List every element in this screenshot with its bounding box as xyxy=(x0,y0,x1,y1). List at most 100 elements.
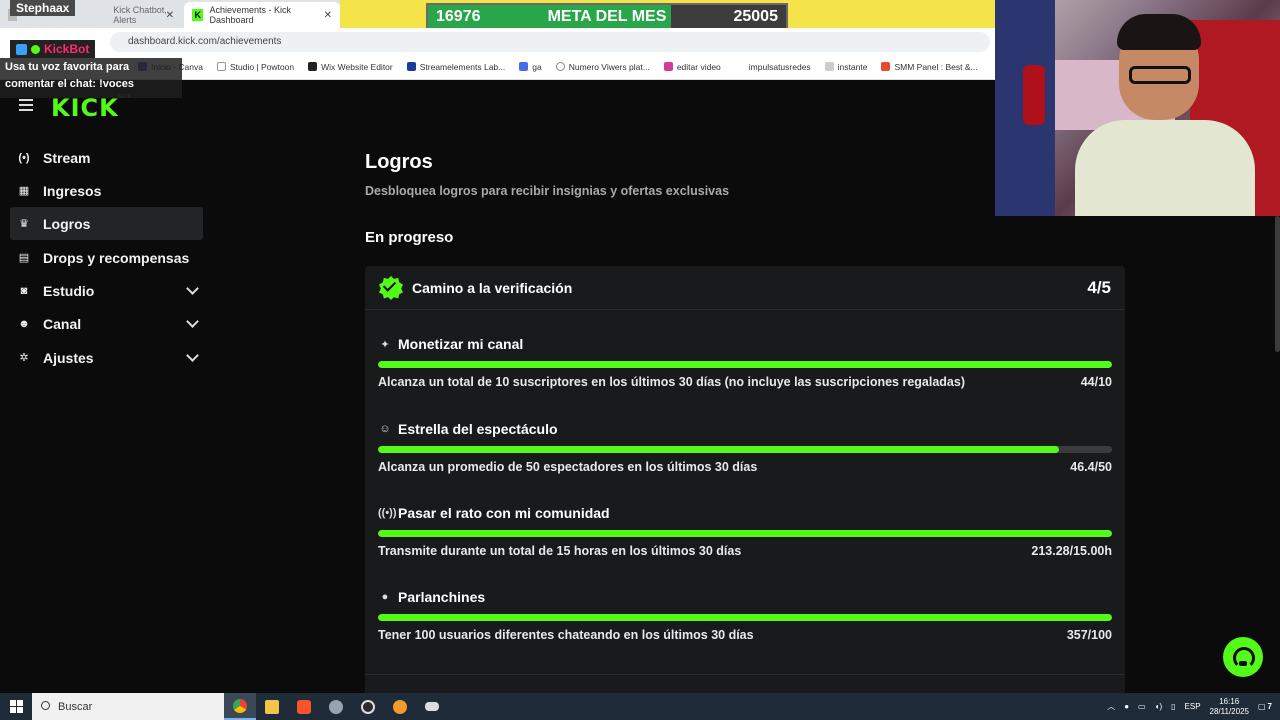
page-subtitle: Desbloquea logros para recibir insignias… xyxy=(365,184,730,198)
sidebar-item-ajustes[interactable]: ✲ Ajustes xyxy=(10,341,203,374)
webcam-feed xyxy=(995,0,1280,216)
app-icon[interactable] xyxy=(384,693,416,720)
bookmark[interactable]: Studio | Powtoon xyxy=(216,62,294,72)
windows-start-icon[interactable] xyxy=(0,693,32,720)
menu-icon[interactable] xyxy=(19,99,33,111)
bookmark[interactable]: ga xyxy=(519,62,542,72)
bookmark[interactable]: Streamelements Lab... xyxy=(406,62,505,72)
achievement-description: Alcanza un total de 10 suscriptores en l… xyxy=(378,375,965,389)
close-tab-icon[interactable]: ✕ xyxy=(324,10,332,21)
network-icon[interactable]: ▭ xyxy=(1138,702,1146,711)
notification-count: 7 xyxy=(1267,702,1272,711)
streamer-name: Stephaax xyxy=(10,0,76,16)
achievement-title: Monetizar mi canal xyxy=(398,336,524,352)
streamer-shirt xyxy=(1075,120,1255,216)
support-chat-button[interactable] xyxy=(1223,637,1263,677)
close-tab-icon[interactable]: ✕ xyxy=(166,10,174,21)
bookmark[interactable]: Wix Website Editor xyxy=(308,62,393,72)
url-field[interactable]: dashboard.kick.com/achievements xyxy=(110,32,990,52)
verified-icon xyxy=(31,44,40,54)
progress-bar xyxy=(378,446,1112,453)
achievement-value: 46.4/50 xyxy=(1070,460,1112,474)
achievement-card: Camino a la verificación 4/5 ✦ Monetizar … xyxy=(365,266,1125,706)
progress-fill xyxy=(378,614,1112,621)
achievement-value: 357/100 xyxy=(1066,628,1112,642)
obs-icon[interactable] xyxy=(352,693,384,720)
notification-icon[interactable]: ▢ 7 xyxy=(1258,702,1272,711)
microphone xyxy=(1023,65,1045,125)
user-icon: ☻ xyxy=(18,317,30,330)
achievement-title: Parlanchines xyxy=(398,589,486,605)
windows-taskbar: Buscar ︿ ● ▭ ◖) ▯ ESP 16:16 28/11/2025 ▢… xyxy=(0,693,1280,720)
microphone-icon[interactable]: ● xyxy=(1124,702,1129,711)
progress-bar xyxy=(378,614,1112,621)
tab-label: Achievements - Kick Dashboard xyxy=(209,5,292,25)
kick-logo[interactable]: KICK xyxy=(51,94,119,122)
language-indicator[interactable]: ESP xyxy=(1185,702,1201,711)
chevron-down-icon[interactable] xyxy=(186,349,199,362)
chart-icon: ▦ xyxy=(18,185,30,197)
sparkle-icon: ✦ xyxy=(380,338,390,351)
bookmark[interactable]: Numero Viwers plat... xyxy=(555,62,650,72)
chevron-up-icon[interactable]: ︿ xyxy=(1107,701,1115,712)
sidebar-item-estudio[interactable]: ◙ Estudio xyxy=(10,274,203,307)
sidebar-item-stream[interactable]: (•) Stream xyxy=(10,141,203,174)
achievement-title: Pasar el rato con mi comunidad xyxy=(398,505,610,521)
sidebar-item-canal[interactable]: ☻ Canal xyxy=(10,307,203,340)
sidebar-item-label: Stream xyxy=(43,149,91,166)
card-header[interactable]: Camino a la verificación 4/5 xyxy=(365,266,1125,310)
bookmark[interactable]: editar video xyxy=(663,62,721,72)
card-title: Camino a la verificación xyxy=(412,280,573,296)
time: 16:16 xyxy=(1219,696,1240,706)
sidebar: KICK BETA (•) Stream ▦ Ingresos ♛ Logros… xyxy=(0,80,215,693)
sidebar-item-logros[interactable]: ♛ Logros xyxy=(10,207,203,240)
sidebar-item-label: Estudio xyxy=(43,282,95,299)
kickbot-badge: KickBot xyxy=(10,40,96,58)
file-explorer-icon[interactable] xyxy=(256,693,288,720)
page-title: Logros xyxy=(365,151,433,173)
bot-chat-message: Usa tu voz favorita para comentar el cha… xyxy=(0,58,182,98)
divider xyxy=(365,674,1125,675)
section-title: En progreso xyxy=(365,229,454,246)
gear-icon: ✲ xyxy=(19,352,29,364)
kick-favicon-icon: K xyxy=(192,9,204,21)
live-icon: ((•)) xyxy=(378,507,397,519)
achievement-title: Estrella del espectáculo xyxy=(398,421,558,437)
sidebar-item-label: Ajustes xyxy=(43,349,94,366)
sidebar-item-label: Canal xyxy=(43,315,82,332)
usb-icon[interactable]: ▯ xyxy=(1171,702,1175,711)
sidebar-item-drops[interactable]: ▤ Drops y recompensas xyxy=(10,241,203,274)
broadcast-icon: (•) xyxy=(18,151,30,164)
achievement-value: 213.28/15.00h xyxy=(1031,544,1112,558)
volume-icon[interactable]: ◖) xyxy=(1155,702,1163,711)
date: 28/11/2025 xyxy=(1209,706,1249,716)
progress-bar xyxy=(378,361,1112,368)
bookmark[interactable]: instante xyxy=(824,62,867,72)
brave-icon[interactable] xyxy=(288,693,320,720)
progress-fill xyxy=(378,361,1112,368)
gamepad-icon[interactable] xyxy=(416,693,448,720)
progress-bar xyxy=(378,530,1112,537)
sidebar-item-ingresos[interactable]: ▦ Ingresos xyxy=(10,174,203,207)
taskbar-search[interactable]: Buscar xyxy=(32,693,224,720)
sidebar-item-label: Logros xyxy=(43,215,91,232)
bookmark[interactable]: SMM Panel : Best &... xyxy=(881,62,978,72)
bookmark[interactable]: impulsatusredes xyxy=(749,62,811,72)
streamer-hair xyxy=(1117,14,1201,50)
achievement-description: Tener 100 usuarios diferentes chateando … xyxy=(378,628,754,642)
progress-fill xyxy=(378,446,1060,453)
sidebar-item-label: Ingresos xyxy=(43,182,102,199)
chevron-down-icon[interactable] xyxy=(186,282,199,295)
monthly-goal-bar: 16976 META DEL MES 25005 xyxy=(426,3,788,31)
browser-tab-achievements[interactable]: K Achievements - Kick Dashboard ✕ xyxy=(184,2,340,28)
app-icon[interactable] xyxy=(320,693,352,720)
card-count: 4/5 xyxy=(1087,278,1111,297)
scrollbar[interactable] xyxy=(1275,216,1280,352)
chevron-down-icon[interactable] xyxy=(186,315,199,328)
chrome-icon[interactable] xyxy=(224,693,256,720)
bot-name: KickBot xyxy=(44,42,90,56)
trophy-icon: ♛ xyxy=(19,218,29,230)
chat-icon: ● xyxy=(381,591,389,603)
clock[interactable]: 16:16 28/11/2025 xyxy=(1210,697,1249,717)
bot-icon xyxy=(16,43,27,55)
